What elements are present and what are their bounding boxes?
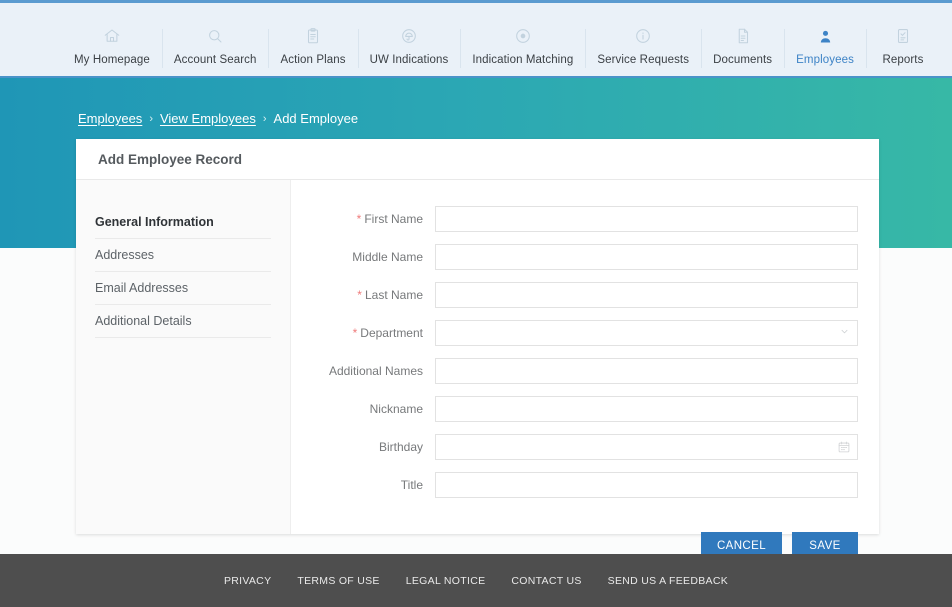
label-title: Title: [291, 478, 435, 492]
label-text: Nickname: [369, 402, 423, 416]
employee-form: * First Name Middle Name * Last Name * Departm…: [291, 180, 879, 559]
search-icon: [206, 25, 224, 47]
required-asterisk: *: [357, 288, 362, 302]
field-wrapper-birthday: [435, 434, 858, 460]
nav-item-action-plans[interactable]: Action Plans: [268, 25, 357, 76]
nav-item-service-requests[interactable]: Service Requests: [585, 25, 701, 76]
label-text: Middle Name: [352, 250, 423, 264]
footer-link-legal-notice[interactable]: LEGAL NOTICE: [406, 575, 486, 587]
form-row-birthday: Birthday: [291, 434, 858, 460]
breadcrumb-item-view-employees[interactable]: View Employees: [160, 111, 256, 126]
select-department[interactable]: [435, 320, 858, 346]
page-footer: PRIVACY TERMS OF USE LEGAL NOTICE CONTACT U…: [0, 554, 952, 607]
field-wrapper-additional-names: [435, 358, 858, 384]
label-text: Additional Names: [328, 364, 423, 378]
required-asterisk: *: [352, 326, 358, 340]
card-sidebar: General Information Addresses Email Addres…: [76, 180, 291, 534]
label-birthday: Birthday: [291, 440, 435, 454]
nav-item-label: Service Requests: [597, 54, 690, 66]
label-additional-names: Additional Names: [291, 364, 435, 378]
report-icon: [894, 25, 912, 47]
nav-item-uw-indications[interactable]: UW Indications: [357, 25, 461, 76]
page-title: Add Employee Record: [98, 151, 243, 167]
field-wrapper-last-name: [435, 282, 858, 308]
field-wrapper-nickname: [435, 396, 858, 422]
form-row-department: * Department: [291, 320, 858, 346]
card-header: Add Employee Record: [76, 139, 879, 180]
sidebar-item-addresses[interactable]: Addresses: [95, 239, 271, 272]
footer-link-contact-us[interactable]: CONTACT US: [511, 575, 581, 587]
label-first-name: * First Name: [291, 212, 435, 226]
field-wrapper-first-name: [435, 206, 858, 232]
info-icon: [634, 25, 652, 47]
field-wrapper-title: [435, 472, 858, 498]
nav-items-container: My Homepage Account Search Action Plans UW …: [0, 18, 952, 76]
nav-item-account-search[interactable]: Account Search: [161, 25, 269, 76]
breadcrumb-item-employees[interactable]: Employees: [78, 111, 142, 126]
breadcrumb-separator: ›: [149, 112, 153, 125]
form-rows: * First Name Middle Name * Last Name * Departm…: [291, 206, 858, 498]
form-row-title: Title: [291, 472, 858, 498]
top-navigation-bar: My Homepage Account Search Action Plans UW …: [0, 0, 952, 78]
clipboard-icon: [304, 25, 322, 47]
umbrella-badge-icon: [400, 25, 418, 47]
label-nickname: Nickname: [291, 402, 435, 416]
label-department: * Department: [291, 326, 435, 340]
required-asterisk: *: [356, 212, 362, 226]
person-icon: [817, 25, 834, 47]
label-last-name: * Last Name: [291, 288, 435, 302]
home-icon: [103, 25, 121, 47]
nav-item-label: My Homepage: [74, 54, 150, 66]
document-icon: [734, 25, 752, 47]
nav-item-label: Documents: [713, 54, 773, 66]
target-icon: [514, 25, 532, 47]
nav-item-label: Action Plans: [280, 54, 346, 66]
nav-item-label: Reports: [882, 54, 924, 66]
breadcrumb: Employees › View Employees › Add Employee: [78, 111, 358, 126]
form-row-additional-names: Additional Names: [291, 358, 858, 384]
input-middle-name[interactable]: [435, 244, 858, 270]
label-text: Department: [360, 326, 423, 340]
nav-item-employees[interactable]: Employees: [784, 25, 866, 76]
form-row-middle-name: Middle Name: [291, 244, 858, 270]
input-birthday[interactable]: [435, 434, 858, 460]
card-body: General Information Addresses Email Addres…: [76, 180, 879, 559]
nav-item-label: Employees: [796, 54, 854, 66]
field-wrapper-middle-name: [435, 244, 858, 270]
footer-link-terms-of-use[interactable]: TERMS OF USE: [297, 575, 379, 587]
sidebar-item-general-information[interactable]: General Information: [95, 206, 271, 239]
form-row-first-name: * First Name: [291, 206, 858, 232]
nav-item-label: Indication Matching: [472, 54, 574, 66]
input-additional-names[interactable]: [435, 358, 858, 384]
nav-item-label: Account Search: [173, 54, 257, 66]
footer-link-privacy[interactable]: PRIVACY: [224, 575, 271, 587]
nav-item-label: UW Indications: [369, 54, 449, 66]
input-title[interactable]: [435, 472, 858, 498]
input-nickname[interactable]: [435, 396, 858, 422]
label-middle-name: Middle Name: [291, 250, 435, 264]
input-first-name[interactable]: [435, 206, 858, 232]
label-text: Birthday: [378, 440, 423, 454]
footer-link-send-us-a-feedback[interactable]: SEND US A FEEDBACK: [608, 575, 728, 587]
form-row-nickname: Nickname: [291, 396, 858, 422]
nav-item-my-homepage[interactable]: My Homepage: [62, 25, 162, 76]
input-last-name[interactable]: [435, 282, 858, 308]
label-text: Title: [400, 478, 423, 492]
label-text: Last Name: [364, 288, 423, 302]
nav-item-documents[interactable]: Documents: [701, 25, 784, 76]
form-actions: CANCEL SAVE: [291, 510, 858, 559]
sidebar-item-email-addresses[interactable]: Email Addresses: [95, 272, 271, 305]
form-row-last-name: * Last Name: [291, 282, 858, 308]
page-root: My Homepage Account Search Action Plans UW …: [0, 0, 952, 607]
add-employee-card: Add Employee Record General Information A…: [76, 139, 879, 559]
sidebar-item-additional-details[interactable]: Additional Details: [95, 305, 271, 338]
breadcrumb-separator: ›: [262, 112, 267, 125]
nav-item-reports[interactable]: Reports: [865, 25, 940, 76]
breadcrumb-item-add-employee: Add Employee: [273, 111, 359, 126]
nav-item-indication-matching[interactable]: Indication Matching: [460, 25, 585, 76]
chevron-down-icon[interactable]: [839, 324, 850, 342]
field-wrapper-department: [435, 320, 858, 346]
label-text: First Name: [364, 212, 423, 226]
